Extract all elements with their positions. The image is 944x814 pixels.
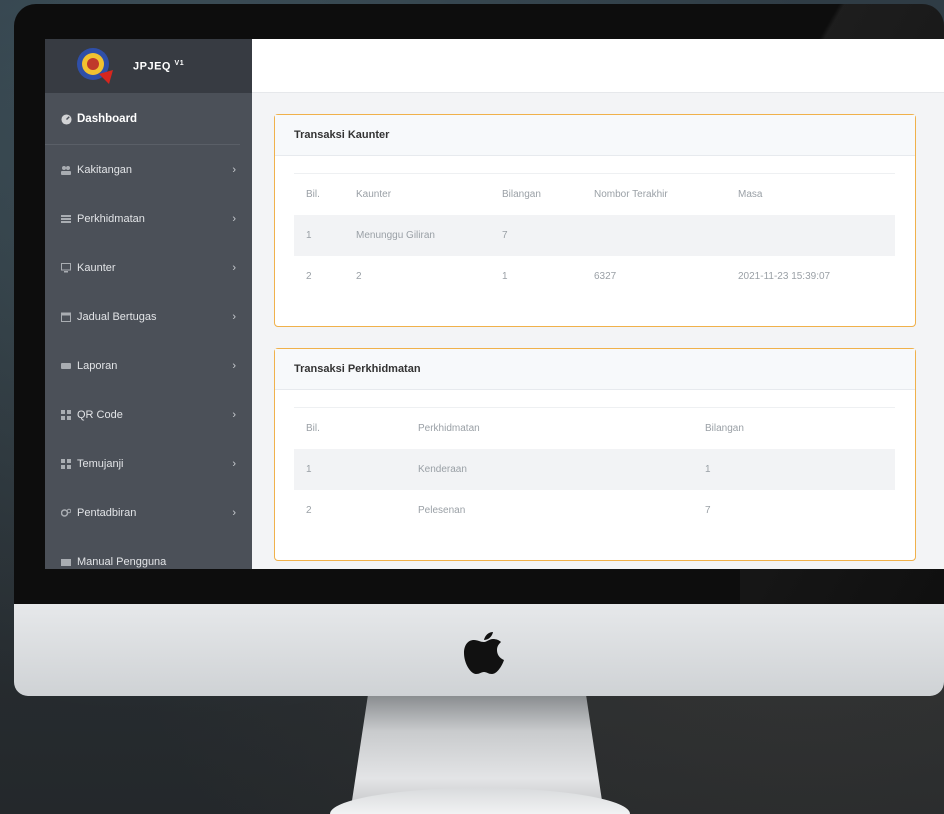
table-cell: 6327 — [594, 270, 617, 282]
sidebar-item-label: Jadual Bertugas — [77, 310, 157, 323]
app-screen: JPJEQ V1 Dashboard Kakitangan › Perkhidm… — [45, 39, 944, 569]
table-cell: 1 — [705, 448, 895, 490]
sidebar-item-pentadbiran[interactable]: Pentadbiran › — [45, 488, 252, 537]
table-cell: Kenderaan — [418, 448, 705, 490]
table-cell: 7 — [502, 214, 594, 256]
kaunter-card: Transaksi Kaunter Bil. Kaunter Bilangan … — [274, 114, 916, 327]
settings-icon — [60, 508, 72, 518]
sidebar-item-label: Dashboard — [77, 112, 138, 125]
chevron-right-icon: › — [232, 261, 236, 274]
jpj-logo-icon — [75, 46, 115, 86]
table-cell: 2 — [306, 504, 312, 516]
qrcode-icon — [61, 409, 71, 420]
chevron-right-icon: › — [232, 359, 236, 372]
chevron-right-icon: › — [232, 163, 236, 176]
table-cell: 1 — [294, 214, 356, 256]
sidebar-item-label: Laporan — [77, 359, 118, 372]
dashboard-icon — [61, 113, 72, 125]
card-title: Transaksi Perkhidmatan — [275, 349, 915, 390]
sidebar-item-label: Kaunter — [77, 261, 116, 274]
monitor-icon — [61, 262, 71, 273]
chevron-right-icon: › — [232, 310, 236, 323]
sidebar-item-temujanji[interactable]: Temujanji › — [45, 439, 252, 488]
calendar-icon — [61, 312, 71, 322]
table-row: 1 Menunggu Giliran 7 — [294, 214, 895, 256]
apple-logo-icon — [462, 626, 506, 676]
chevron-right-icon: › — [232, 506, 236, 519]
col-header-perkhidmatan: Perkhidmatan — [418, 407, 705, 449]
sidebar-menu: Kakitangan › Perkhidmatan › Kaunter › Ja… — [45, 145, 252, 569]
kaunter-table: Bil. Kaunter Bilangan Nombor Terakhir Ma… — [294, 173, 895, 297]
chevron-right-icon: › — [232, 457, 236, 470]
table-cell: 1 — [294, 448, 418, 490]
sidebar-item-kaunter[interactable]: Kaunter › — [45, 243, 252, 292]
table-cell: Pelesenan — [418, 504, 466, 516]
brand-name: JPJEQ V1 — [133, 59, 185, 73]
users-icon — [61, 165, 71, 175]
table-row: 2 2 1 6327 2021-11-23 15:39:07 — [294, 256, 895, 297]
perkhidmatan-table: Bil. Perkhidmatan Bilangan 1 Kenderaan 1… — [294, 407, 895, 531]
col-header-bil: Bil. — [294, 173, 356, 215]
sidebar-item-kakitangan[interactable]: Kakitangan › — [45, 145, 252, 194]
col-header-nombor-terakhir: Nombor Terakhir — [594, 173, 738, 215]
main-content: Transaksi Kaunter Bil. Kaunter Bilangan … — [252, 93, 944, 569]
table-cell — [738, 214, 895, 256]
table-row: 2 Pelesenan 7 — [294, 490, 895, 531]
perkhidmatan-card: Transaksi Perkhidmatan Bil. Perkhidmatan… — [274, 348, 916, 561]
chevron-right-icon: › — [232, 408, 236, 421]
table-cell: 1 — [502, 270, 508, 282]
sidebar-item-perkhidmatan[interactable]: Perkhidmatan › — [45, 194, 252, 243]
book-icon — [61, 557, 71, 567]
sidebar-item-laporan[interactable]: Laporan › — [45, 341, 252, 390]
table-cell — [594, 214, 738, 256]
sidebar-item-label: Perkhidmatan — [77, 212, 145, 225]
sidebar: JPJEQ V1 Dashboard Kakitangan › Perkhidm… — [45, 39, 252, 569]
chevron-right-icon: › — [232, 212, 236, 225]
table-cell: 2 — [356, 270, 362, 282]
sidebar-item-manual-pengguna[interactable]: Manual Pengguna — [45, 537, 252, 569]
sidebar-item-label: Pentadbiran — [77, 506, 137, 519]
list-icon — [61, 214, 71, 224]
sidebar-item-label: Temujanji — [77, 457, 124, 470]
table-header-row: Bil. Perkhidmatan Bilangan — [294, 407, 895, 449]
top-bar — [252, 39, 944, 93]
brand-header[interactable]: JPJEQ V1 — [45, 39, 252, 93]
table-cell: 7 — [705, 504, 711, 516]
col-header-masa: Masa — [738, 173, 895, 215]
table-row: 1 Kenderaan 1 — [294, 448, 895, 490]
table-cell: 2 — [306, 270, 312, 282]
sidebar-item-jadual-bertugas[interactable]: Jadual Bertugas › — [45, 292, 252, 341]
report-icon — [61, 361, 71, 371]
col-header-bil: Bil. — [294, 407, 418, 449]
col-header-bilangan: Bilangan — [502, 173, 594, 215]
table-header-row: Bil. Kaunter Bilangan Nombor Terakhir Ma… — [294, 173, 895, 215]
sidebar-item-label: Kakitangan — [77, 163, 133, 176]
grid-icon — [61, 458, 71, 469]
sidebar-item-dashboard[interactable]: Dashboard — [45, 93, 240, 145]
table-cell: 2021-11-23 15:39:07 — [738, 270, 831, 282]
col-header-bilangan: Bilangan — [705, 407, 895, 449]
card-title: Transaksi Kaunter — [275, 115, 915, 156]
table-cell: Menunggu Giliran — [356, 214, 502, 256]
col-header-kaunter: Kaunter — [356, 173, 502, 215]
sidebar-item-label: Manual Pengguna — [77, 555, 167, 568]
sidebar-item-label: QR Code — [77, 408, 123, 421]
sidebar-item-qr-code[interactable]: QR Code › — [45, 390, 252, 439]
